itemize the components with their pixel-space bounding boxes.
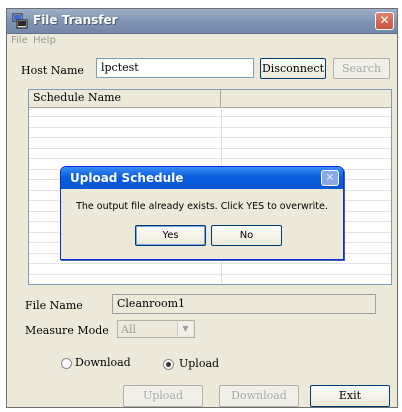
no-button[interactable]: No: [211, 225, 282, 246]
chevron-down-icon[interactable]: ▼: [177, 322, 193, 336]
dialog-title-bar[interactable]: Upload Schedule ✕: [61, 167, 343, 189]
computer-transfer-icon: [12, 13, 28, 29]
upload-radio[interactable]: [163, 359, 174, 370]
menu-bar: File Help: [7, 34, 397, 50]
measure-mode-select[interactable]: All ▼: [117, 320, 195, 338]
search-button[interactable]: Search: [333, 58, 390, 79]
file-name-input[interactable]: Cleanroom1: [112, 294, 376, 314]
menu-help[interactable]: Help: [33, 35, 56, 46]
measure-mode-label: Measure Mode: [25, 324, 109, 337]
list-row[interactable]: [29, 265, 391, 275]
list-row[interactable]: [29, 275, 391, 284]
download-button[interactable]: Download: [219, 385, 299, 407]
list-row[interactable]: [29, 149, 391, 159]
download-radio-label[interactable]: Download: [75, 356, 131, 369]
list-row[interactable]: [29, 107, 391, 117]
close-icon: ✕: [325, 171, 335, 184]
list-row[interactable]: [29, 139, 391, 149]
file-name-value: Cleanroom1: [117, 297, 186, 310]
host-name-value: lpctest: [101, 61, 139, 74]
list-header: Schedule Name: [29, 90, 391, 108]
list-row[interactable]: [29, 128, 391, 138]
host-name-input[interactable]: lpctest: [96, 58, 254, 78]
title-bar[interactable]: File Transfer ✕: [7, 9, 397, 34]
window-title: File Transfer: [33, 13, 118, 27]
download-radio[interactable]: [61, 358, 72, 369]
host-name-label: Host Name: [21, 64, 84, 77]
column-header-schedule-name[interactable]: Schedule Name: [29, 90, 221, 107]
list-row[interactable]: [29, 118, 391, 128]
column-header-empty[interactable]: [221, 90, 391, 107]
close-icon: ✕: [379, 13, 390, 27]
file-name-label: File Name: [25, 299, 83, 312]
upload-button[interactable]: Upload: [123, 385, 203, 407]
disconnect-button[interactable]: Disconnect: [260, 58, 326, 79]
dialog-title: Upload Schedule: [70, 171, 184, 185]
upload-schedule-dialog: Upload Schedule ✕ The output file alread…: [60, 166, 344, 260]
dialog-message: The output file already exists. Click YE…: [76, 201, 328, 212]
upload-radio-label[interactable]: Upload: [179, 357, 219, 370]
yes-button[interactable]: Yes: [135, 225, 206, 246]
menu-file[interactable]: File: [11, 35, 28, 46]
measure-mode-value: All: [121, 323, 136, 336]
window-close-button[interactable]: ✕: [375, 12, 394, 30]
dialog-close-button[interactable]: ✕: [321, 170, 339, 186]
exit-button[interactable]: Exit: [310, 385, 390, 407]
